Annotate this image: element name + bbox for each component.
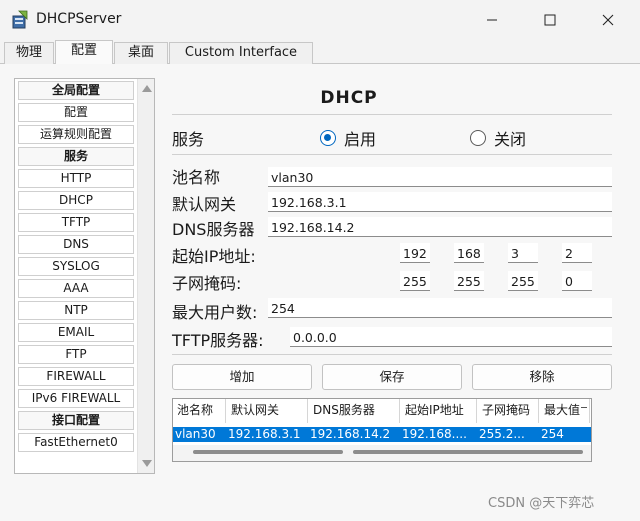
tftp-label: TFTP服务器: [172,331,264,350]
service-on-option[interactable]: 启用 [320,126,376,150]
cell-start-ip: 192.168.... [402,427,467,441]
mask-octet-2[interactable] [454,271,484,291]
nav-item-ftp[interactable]: FTP [18,345,134,364]
tab-config[interactable]: 配置 [55,40,113,65]
divider [172,114,612,115]
mask-octet-1[interactable] [400,271,430,291]
column-header-pool-name[interactable]: 池名称 [173,399,226,423]
maximize-icon [544,14,556,26]
column-header-mask[interactable]: 子网掩码 [478,399,539,423]
cell-gateway: 192.168.3.1 [228,427,301,441]
nav-header-services: 服务 [18,147,134,166]
config-nav-list: 全局配置 配置 运算规则配置 服务 HTTP DHCP TFTP DNS SYS… [14,78,155,474]
start-ip-octet-3[interactable] [508,243,538,263]
tab-bar: 物理 配置 桌面 Custom Interface [0,40,640,65]
max-users-input[interactable] [268,298,612,318]
max-users-label: 最大用户数: [172,303,258,322]
pool-table[interactable]: 池名称 默认网关 DNS服务器 起始IP地址 子网掩码 最大值 vlan30 1… [172,398,592,462]
start-ip-octet-2[interactable] [454,243,484,263]
dns-input[interactable] [268,217,612,237]
tab-physical[interactable]: 物理 [4,42,54,64]
config-content: 全局配置 配置 运算规则配置 服务 HTTP DHCP TFTP DNS SYS… [0,64,640,521]
cell-max: 254 [541,427,564,441]
table-row[interactable]: vlan30 192.168.3.1 192.168.14.2 192.168.… [173,427,591,442]
maximize-button[interactable] [530,6,570,34]
nav-item-aaa[interactable]: AAA [18,279,134,298]
mask-octet-3[interactable] [508,271,538,291]
table-horizontal-scrollbar[interactable] [173,445,591,461]
pool-name-label: 池名称 [172,168,221,187]
pool-name-input[interactable] [268,167,612,187]
nav-item-ntp[interactable]: NTP [18,301,134,320]
nav-header-global: 全局配置 [18,81,134,100]
nav-item-fastethernet0[interactable]: FastEthernet0 [18,433,134,452]
dhcp-title: DHCP [320,88,378,108]
close-icon [602,14,614,26]
add-button[interactable]: 增加 [172,364,312,390]
start-ip-label: 起始IP地址: [172,247,256,266]
column-header-start-ip[interactable]: 起始IP地址 [401,399,477,423]
tab-custom-interface[interactable]: Custom Interface [169,42,313,64]
start-ip-octet-4[interactable] [562,243,592,263]
radio-on[interactable] [320,130,336,146]
dhcp-panel: DHCP 服务 启用 关闭 池名称 默认网关 DNS服务器 起始IP地址: 子网… [164,64,624,521]
save-button[interactable]: 保存 [322,364,462,390]
divider [172,354,612,355]
nav-scrollbar[interactable] [137,79,154,473]
minimize-icon [487,19,497,21]
column-header-gateway[interactable]: 默认网关 [227,399,308,423]
scroll-up-icon[interactable] [142,85,152,92]
service-off-option[interactable]: 关闭 [470,126,526,150]
nav-item-http[interactable]: HTTP [18,169,134,188]
minimize-button[interactable] [472,6,512,34]
nav-item-ipv6-firewall[interactable]: IPv6 FIREWALL [18,389,134,408]
nav-item-algorithm-settings[interactable]: 运算规则配置 [18,125,134,144]
service-off-label: 关闭 [494,130,527,149]
radio-off[interactable] [470,130,486,146]
column-header-max[interactable]: 最大值 [540,399,590,423]
cell-mask: 255.2... [479,427,525,441]
divider [172,154,612,155]
nav-item-syslog[interactable]: SYSLOG [18,257,134,276]
service-label: 服务 [172,130,205,149]
title-bar: DHCPServer [0,0,640,40]
mask-label: 子网掩码: [172,274,242,293]
scroll-thumb[interactable] [193,450,343,454]
nav-item-dns[interactable]: DNS [18,235,134,254]
nav-header-interfaces: 接口配置 [18,411,134,430]
gateway-input[interactable] [268,192,612,212]
mask-octet-4[interactable] [562,271,592,291]
start-ip-octet-1[interactable] [400,243,430,263]
remove-button[interactable]: 移除 [472,364,612,390]
nav-item-tftp[interactable]: TFTP [18,213,134,232]
nav-item-settings[interactable]: 配置 [18,103,134,122]
tab-desktop[interactable]: 桌面 [114,42,168,64]
service-on-label: 启用 [344,130,377,149]
dns-label: DNS服务器 [172,220,255,239]
nav-item-dhcp[interactable]: DHCP [18,191,134,210]
column-header-dns[interactable]: DNS服务器 [309,399,400,423]
nav-item-email[interactable]: EMAIL [18,323,134,342]
scroll-thumb[interactable] [353,450,583,454]
watermark: CSDN @天下弈芯 [488,496,595,511]
nav-item-firewall[interactable]: FIREWALL [18,367,134,386]
scroll-down-icon[interactable] [142,460,152,467]
table-scroll-indicator [581,407,587,408]
close-button[interactable] [588,6,628,34]
gateway-label: 默认网关 [172,195,237,214]
window-title: DHCPServer [36,11,122,27]
cell-dns: 192.168.14.2 [310,427,391,441]
cell-pool-name: vlan30 [175,427,216,441]
pool-table-header: 池名称 默认网关 DNS服务器 起始IP地址 子网掩码 最大值 [173,399,591,423]
tftp-input[interactable] [290,327,612,347]
packet-tracer-server-icon [10,10,30,30]
